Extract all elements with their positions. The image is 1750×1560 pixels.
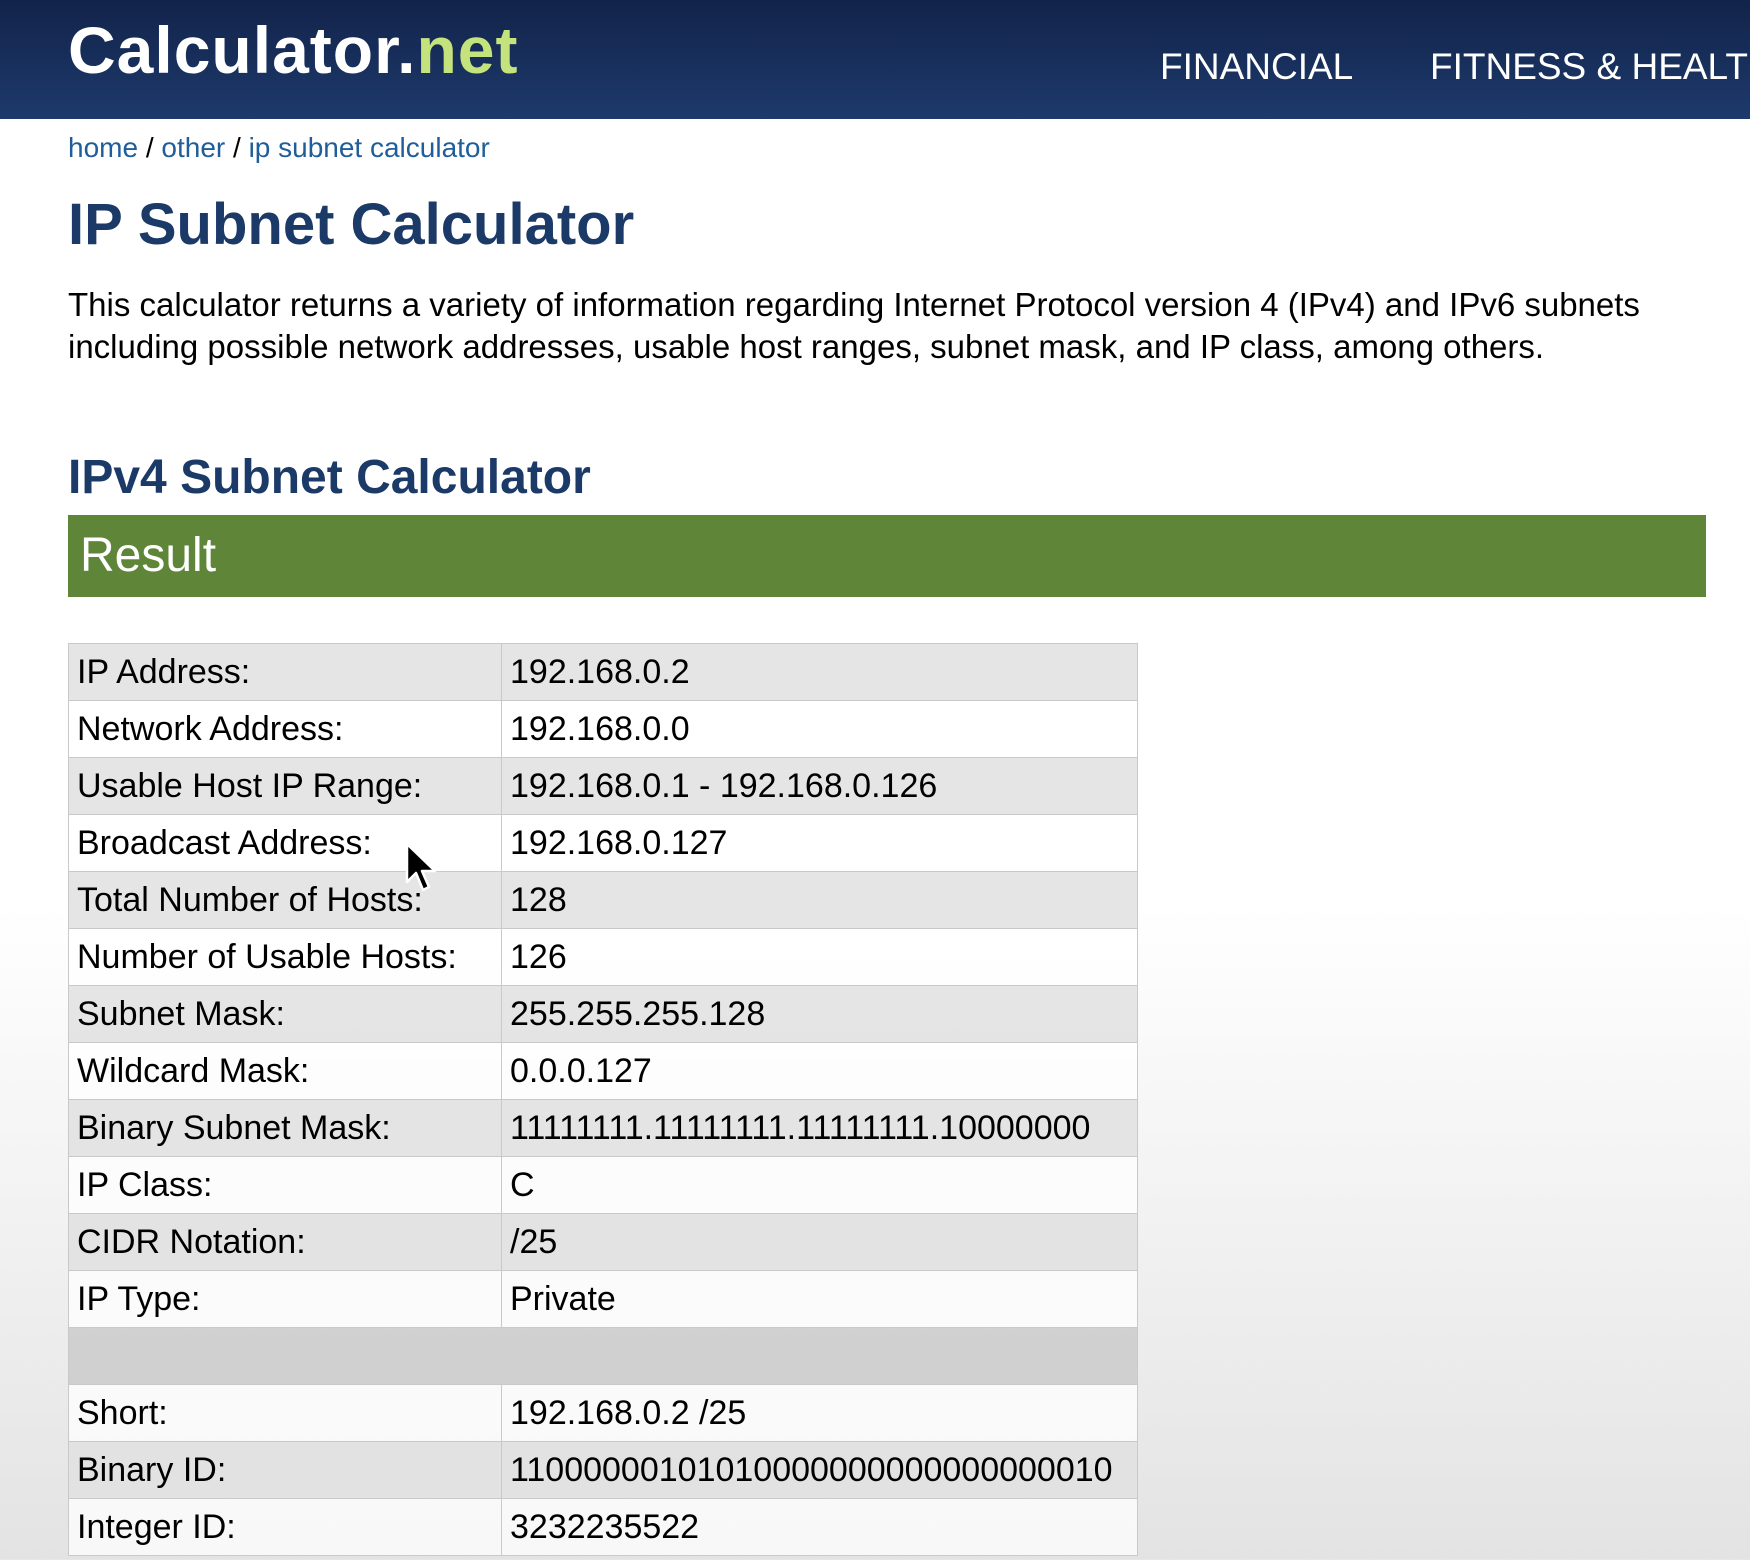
table-row: IP Type: Private bbox=[68, 1270, 1138, 1328]
result-label: Integer ID: bbox=[68, 1498, 502, 1556]
result-value: Private bbox=[501, 1270, 1138, 1328]
result-value: 192.168.0.2 bbox=[501, 643, 1138, 701]
result-value: 3232235522 bbox=[501, 1498, 1138, 1556]
result-value: 128 bbox=[501, 871, 1138, 929]
result-value: 11000000101010000000000000000010 bbox=[501, 1441, 1138, 1499]
table-row: Short: 192.168.0.2 /25 bbox=[68, 1384, 1138, 1442]
table-row: Binary ID: 110000001010100000000000000000… bbox=[68, 1441, 1138, 1499]
breadcrumb-home[interactable]: home bbox=[68, 132, 138, 163]
table-row: Total Number of Hosts: 128 bbox=[68, 871, 1138, 929]
result-label: IP Address: bbox=[68, 643, 502, 701]
breadcrumb-other[interactable]: other bbox=[161, 132, 225, 163]
results-table: IP Address: 192.168.0.2 Network Address: 19… bbox=[68, 643, 1138, 1556]
table-row: Number of Usable Hosts: 126 bbox=[68, 928, 1138, 986]
result-heading: Result bbox=[68, 515, 1706, 597]
table-row: Wildcard Mask: 0.0.0.127 bbox=[68, 1042, 1138, 1100]
section-title: IPv4 Subnet Calculator bbox=[68, 451, 591, 504]
result-value: /25 bbox=[501, 1213, 1138, 1271]
result-value: 11111111.11111111.11111111.10000000 bbox=[501, 1099, 1138, 1157]
logo-accent-text: net bbox=[416, 13, 519, 87]
result-value: 192.168.0.127 bbox=[501, 814, 1138, 872]
table-spacer-cell bbox=[68, 1327, 1138, 1385]
breadcrumb-separator: / bbox=[145, 132, 154, 163]
result-label: Number of Usable Hosts: bbox=[68, 928, 502, 986]
table-row: Network Address: 192.168.0.0 bbox=[68, 700, 1138, 758]
table-row: Binary Subnet Mask: 11111111.11111111.111… bbox=[68, 1099, 1138, 1157]
site-header: Calculator.net FINANCIAL FITNESS & HEALT… bbox=[0, 0, 1750, 119]
result-value: 192.168.0.1 - 192.168.0.126 bbox=[501, 757, 1138, 815]
result-value: C bbox=[501, 1156, 1138, 1214]
result-label: Binary Subnet Mask: bbox=[68, 1099, 502, 1157]
result-label: Network Address: bbox=[68, 700, 502, 758]
table-row: Subnet Mask: 255.255.255.128 bbox=[68, 985, 1138, 1043]
result-label: Subnet Mask: bbox=[68, 985, 502, 1043]
table-row: IP Class: C bbox=[68, 1156, 1138, 1214]
result-value: 192.168.0.0 bbox=[501, 700, 1138, 758]
result-label: Usable Host IP Range: bbox=[68, 757, 502, 815]
breadcrumb: home / other / ip subnet calculator bbox=[68, 128, 490, 168]
result-value: 192.168.0.2 /25 bbox=[501, 1384, 1138, 1442]
breadcrumb-ip-subnet-calculator[interactable]: ip subnet calculator bbox=[249, 132, 490, 163]
table-row: Integer ID: 3232235522 bbox=[68, 1498, 1138, 1556]
result-label: IP Class: bbox=[68, 1156, 502, 1214]
breadcrumb-separator: / bbox=[233, 132, 241, 163]
logo-main-text: Calculator. bbox=[68, 13, 417, 87]
result-label: IP Type: bbox=[68, 1270, 502, 1328]
result-label: Short: bbox=[68, 1384, 502, 1442]
result-label: Binary ID: bbox=[68, 1441, 502, 1499]
table-row: Usable Host IP Range: 192.168.0.1 - 192.1… bbox=[68, 757, 1138, 815]
page-title: IP Subnet Calculator bbox=[68, 192, 635, 257]
result-label: CIDR Notation: bbox=[68, 1213, 502, 1271]
mouse-pointer-icon bbox=[405, 842, 437, 892]
nav-financial[interactable]: FINANCIAL bbox=[1160, 42, 1353, 92]
result-label: Wildcard Mask: bbox=[68, 1042, 502, 1100]
page-description: This calculator returns a variety of inf… bbox=[68, 286, 1640, 365]
table-row: CIDR Notation:/25 bbox=[68, 1213, 1138, 1271]
nav-fitness-health[interactable]: FITNESS & HEALTH bbox=[1430, 42, 1750, 92]
result-value: 126 bbox=[501, 928, 1138, 986]
result-value: 0.0.0.127 bbox=[501, 1042, 1138, 1100]
result-value: 255.255.255.128 bbox=[501, 985, 1138, 1043]
table-row: Broadcast Address: 192.168.0.127 bbox=[68, 814, 1138, 872]
table-spacer-row bbox=[68, 1327, 1138, 1385]
site-logo[interactable]: Calculator.net bbox=[68, 10, 518, 90]
table-row: IP Address: 192.168.0.2 bbox=[68, 643, 1138, 701]
